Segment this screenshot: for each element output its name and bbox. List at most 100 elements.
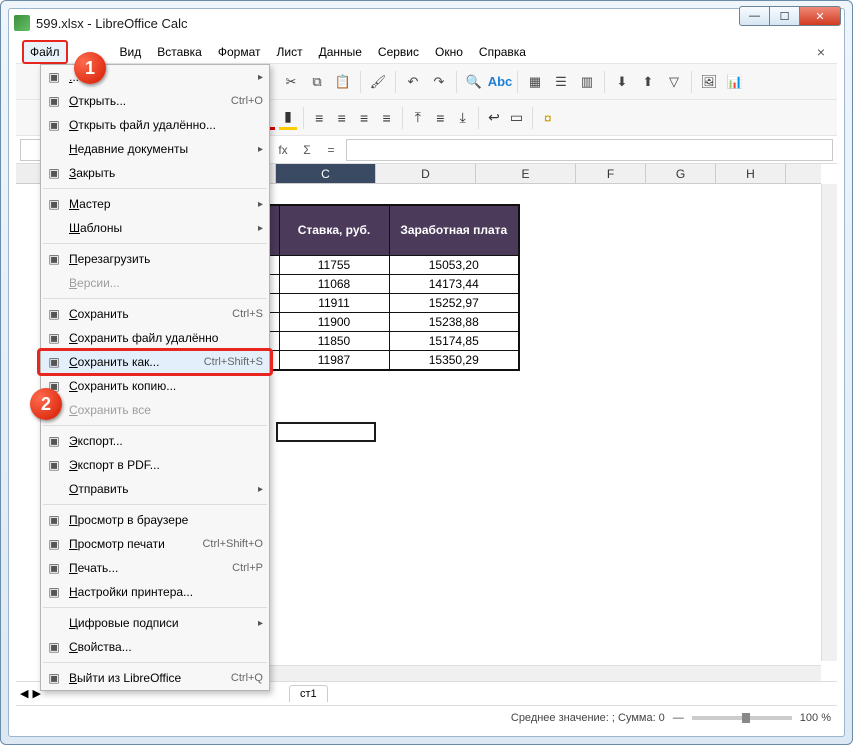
menu-item[interactable]: ▣Экспорт в PDF... [41, 453, 269, 477]
cell[interactable]: 11068 [279, 274, 389, 293]
currency-icon[interactable]: ¤ [538, 106, 556, 130]
col-header[interactable]: F [576, 164, 646, 183]
menu-item[interactable]: ▣Свойства... [41, 635, 269, 659]
grid-icon[interactable]: ▦ [524, 71, 546, 93]
redo-icon[interactable]: ↷ [428, 71, 450, 93]
menu-item[interactable]: ▣Перезагрузить [41, 247, 269, 271]
menu-item[interactable]: ▣Печать...Ctrl+P [41, 556, 269, 580]
menu-help[interactable]: Справка [473, 42, 532, 62]
menu-item[interactable]: ▣ Настройки принтера... [41, 580, 269, 604]
table-row: 61106814173,44 [239, 274, 519, 293]
chart-icon[interactable]: 📊 [724, 71, 746, 93]
cell[interactable]: 15053,20 [389, 255, 519, 274]
cell[interactable]: 15238,88 [389, 312, 519, 331]
menu-item[interactable]: ▣СохранитьCtrl+S [41, 302, 269, 326]
image-icon[interactable]: 🖼 [698, 71, 720, 93]
sheet-tab[interactable]: ст1 [289, 685, 328, 702]
menu-shortcut: Ctrl+O [231, 95, 263, 107]
save-remote-icon: ▣ [45, 329, 63, 347]
align-justify-icon[interactable]: ≡ [377, 106, 395, 130]
menu-file[interactable]: Файл [22, 40, 68, 64]
cell[interactable]: 11911 [279, 293, 389, 312]
menu-item[interactable]: ▣Просмотр печатиCtrl+Shift+O [41, 532, 269, 556]
wrap-icon[interactable]: ↩ [485, 106, 503, 130]
menu-view[interactable]: Вид [114, 42, 148, 62]
menu-item[interactable]: ▣Сохранить файл удалённо [41, 326, 269, 350]
clone-fmt-icon[interactable]: 🖌 [367, 71, 389, 93]
menu-item[interactable]: Отправить▸ [41, 477, 269, 501]
menu-insert[interactable]: Вставка [151, 42, 208, 62]
equals-icon[interactable]: = [320, 139, 342, 161]
menu-item[interactable]: Шаблоны▸ [41, 216, 269, 240]
status-bar: Среднее значение: ; Сумма: 0 — 100 % [16, 705, 837, 729]
cell[interactable]: 11850 [279, 331, 389, 350]
highlight-icon[interactable]: ▮ [279, 106, 297, 130]
align-right-icon[interactable]: ≡ [355, 106, 373, 130]
menu-data[interactable]: Данные [313, 42, 368, 62]
cell[interactable]: 15174,85 [389, 331, 519, 350]
menu-item[interactable]: ▣Открыть файл удалённо... [41, 113, 269, 137]
menu-shortcut: Ctrl+S [232, 308, 263, 320]
menu-item[interactable]: ▣Открыть...Ctrl+O [41, 89, 269, 113]
filter-icon[interactable]: ▽ [663, 71, 685, 93]
col-header[interactable]: G [646, 164, 716, 183]
cut-icon[interactable]: ✂ [280, 71, 302, 93]
formula-input[interactable] [346, 139, 833, 161]
zoom-slider[interactable] [692, 716, 792, 720]
cell[interactable]: 15252,97 [389, 293, 519, 312]
align-left-icon[interactable]: ≡ [310, 106, 328, 130]
minimize-button[interactable]: — [739, 6, 769, 26]
submenu-arrow-icon: ▸ [258, 223, 263, 234]
cell[interactable]: 11755 [279, 255, 389, 274]
paste-icon[interactable]: 📋 [332, 71, 354, 93]
cell[interactable]: 15350,29 [389, 350, 519, 370]
undo-icon[interactable]: ↶ [402, 71, 424, 93]
menu-item[interactable]: Цифровые подписи▸ [41, 611, 269, 635]
merge-icon[interactable]: ▭ [507, 106, 525, 130]
spellcheck-icon[interactable]: Abc [489, 71, 511, 93]
maximize-button[interactable]: ☐ [769, 6, 799, 26]
align-center-icon[interactable]: ≡ [332, 106, 350, 130]
doc-close-icon[interactable]: × [811, 44, 831, 60]
menu-window[interactable]: Окно [429, 42, 469, 62]
menu-item[interactable]: ▣Закрыть [41, 161, 269, 185]
menu-tools[interactable]: Сервис [372, 42, 425, 62]
menu-item[interactable]: Недавние документы▸ [41, 137, 269, 161]
menu-separator [43, 504, 267, 505]
vertical-scrollbar[interactable] [821, 184, 837, 661]
submenu-arrow-icon: ▸ [258, 72, 263, 83]
col-icon[interactable]: ▥ [576, 71, 598, 93]
col-header[interactable]: D [376, 164, 476, 183]
col-header[interactable]: H [716, 164, 786, 183]
valign-mid-icon[interactable]: ≡ [431, 106, 449, 130]
fx-wizard-icon[interactable]: fx [272, 139, 294, 161]
col-header[interactable]: C [276, 164, 376, 183]
menu-format[interactable]: Формат [212, 42, 267, 62]
cloud-open-icon: ▣ [45, 116, 63, 134]
valign-bot-icon[interactable]: ⤓ [454, 106, 472, 130]
table-row: 61185015174,85 [239, 331, 519, 350]
cell[interactable]: 11900 [279, 312, 389, 331]
cell[interactable]: 14173,44 [389, 274, 519, 293]
valign-top-icon[interactable]: ⤒ [409, 106, 427, 130]
sum-icon[interactable]: Σ [296, 139, 318, 161]
tab-nav-prev[interactable]: ◀ [20, 687, 28, 700]
menu-item[interactable]: ▣Мастер▸ [41, 192, 269, 216]
row-icon[interactable]: ☰ [550, 71, 572, 93]
find-icon[interactable]: 🔍 [463, 71, 485, 93]
close-button[interactable]: ✕ [799, 6, 841, 26]
copy-icon[interactable]: ⧉ [306, 71, 328, 93]
cell[interactable]: 11987 [279, 350, 389, 370]
menu-sheet[interactable]: Лист [270, 42, 308, 62]
menu-item[interactable]: ▣Выйти из LibreOfficeCtrl+Q [41, 666, 269, 690]
menu-item[interactable]: ▣Экспорт... [41, 429, 269, 453]
menu-item[interactable]: ▣Просмотр в браузере [41, 508, 269, 532]
printer-settings-icon: ▣ [45, 583, 63, 601]
sort-desc-icon[interactable]: ⬆ [637, 71, 659, 93]
col-header[interactable]: E [476, 164, 576, 183]
menu-item[interactable]: ▣Сохранить копию... [41, 374, 269, 398]
menu-item[interactable]: ▣Сохранить как...Ctrl+Shift+S [41, 350, 269, 374]
sort-asc-icon[interactable]: ⬇ [611, 71, 633, 93]
callout-marker-1: 1 [74, 52, 106, 84]
menu-item-label: Настройки принтера... [69, 585, 263, 599]
